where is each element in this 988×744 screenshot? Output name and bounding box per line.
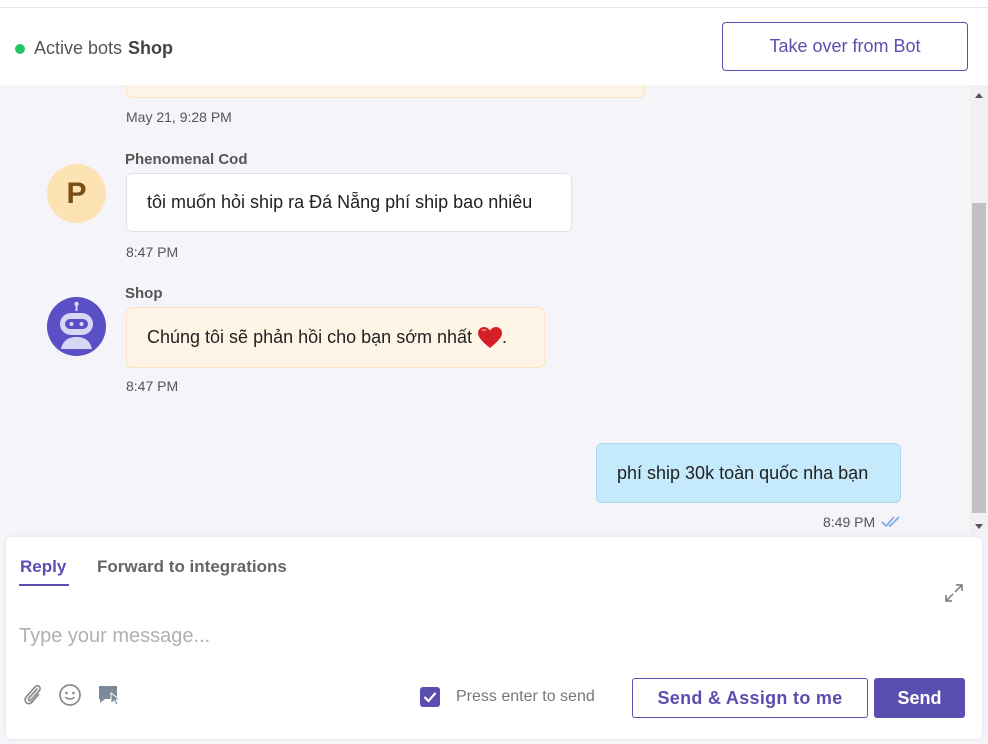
- emoji-icon[interactable]: [58, 683, 82, 707]
- user-message-bubble: tôi muốn hỏi ship ra Đá Nẵng phí ship ba…: [126, 173, 572, 232]
- online-dot-icon: [15, 43, 25, 54]
- bot-avatar-icon: [47, 297, 106, 356]
- expand-icon[interactable]: [944, 583, 964, 603]
- send-button[interactable]: Send: [874, 678, 965, 718]
- message-suffix: .: [502, 327, 508, 347]
- message-timestamp: 8:47 PM: [126, 378, 179, 394]
- delivered-ticks-icon: [881, 515, 903, 531]
- message-input[interactable]: [19, 619, 919, 653]
- press-enter-label: Press enter to send: [456, 688, 595, 705]
- tab-reply[interactable]: Reply: [20, 557, 66, 577]
- attachment-icon[interactable]: [21, 683, 45, 707]
- active-tab-indicator: [19, 584, 69, 586]
- sender-name: Shop: [125, 285, 163, 302]
- avatar: P: [47, 164, 106, 223]
- message-timestamp: May 21, 9:28 PM: [126, 109, 232, 125]
- message-timestamp-row: 8:49 PM: [823, 514, 903, 531]
- sender-name: Phenomenal Cod: [125, 151, 248, 168]
- scroll-down-arrow-icon[interactable]: [970, 519, 988, 531]
- canned-response-icon[interactable]: [97, 683, 122, 707]
- bot-message-bubble: Chúng tôi sẽ phản hồi cho bạn sớm nhất .: [126, 307, 545, 368]
- agent-message-bubble: phí ship 30k toàn quốc nha bạn: [596, 443, 901, 503]
- status-prefix: Active bots: [34, 38, 123, 58]
- scrollbar-thumb[interactable]: [972, 203, 986, 513]
- scroll-up-arrow-icon[interactable]: [970, 89, 988, 101]
- heart-icon: [478, 326, 503, 349]
- previous-bot-bubble: [126, 85, 645, 98]
- message-list: May 21, 9:28 PM Phenomenal Cod P tôi muố…: [0, 85, 970, 535]
- reply-composer: Reply Forward to integrations Press ente…: [6, 537, 982, 739]
- bot-name: Shop: [128, 38, 174, 58]
- message-text: tôi muốn hỏi ship ra Đá Nẵng phí ship ba…: [147, 192, 533, 212]
- message-timestamp: 8:49 PM: [823, 514, 876, 530]
- active-bots-status: Active bots Shop: [15, 38, 173, 59]
- send-and-assign-button[interactable]: Send & Assign to me: [632, 678, 868, 718]
- message-timestamp: 8:47 PM: [126, 244, 179, 260]
- press-enter-checkbox[interactable]: [420, 687, 440, 707]
- chat-scrollbar[interactable]: [970, 85, 988, 535]
- conversation-header: Active bots Shop Take over from Bot: [0, 8, 988, 85]
- top-border: [0, 0, 988, 8]
- tab-forward-to-integrations[interactable]: Forward to integrations: [97, 557, 287, 577]
- message-text: Chúng tôi sẽ phản hồi cho bạn sớm nhất: [147, 327, 473, 347]
- message-text: phí ship 30k toàn quốc nha bạn: [617, 462, 869, 483]
- take-over-button[interactable]: Take over from Bot: [722, 22, 968, 71]
